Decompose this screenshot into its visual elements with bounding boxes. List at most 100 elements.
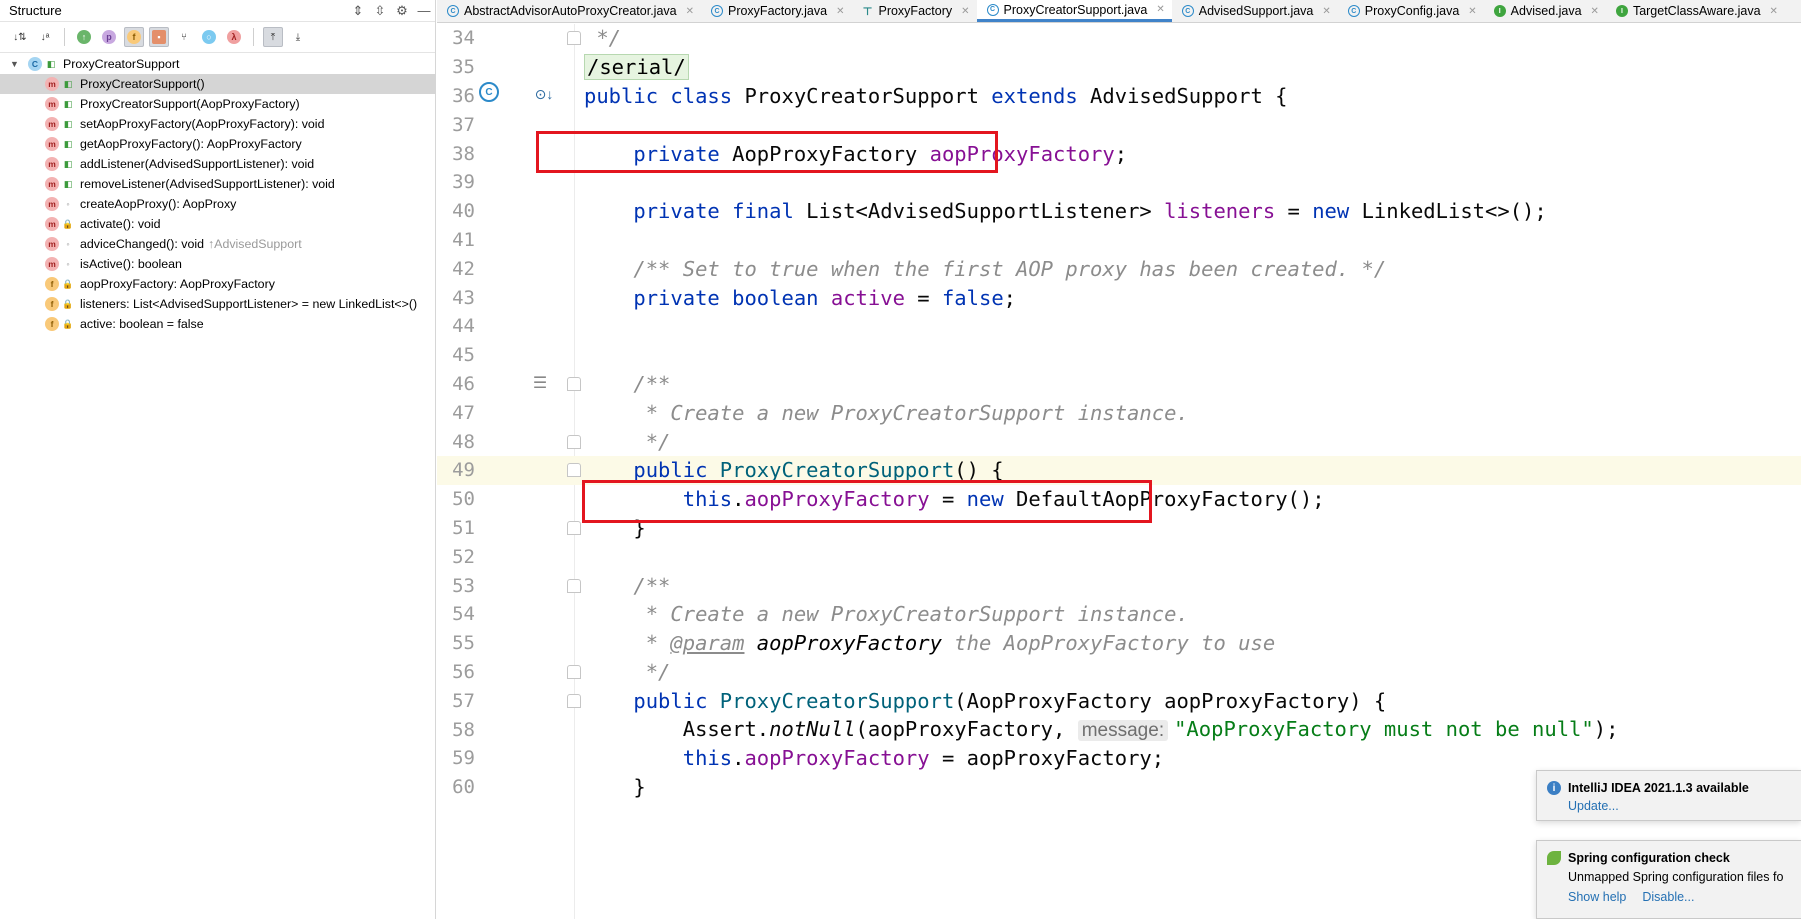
editor-tab[interactable]: C AbstractAdvisorAutoProxyCreator.java ✕ bbox=[437, 0, 701, 22]
spring-leaf-icon bbox=[1547, 851, 1561, 865]
settings-icon[interactable]: ⚙ bbox=[391, 0, 413, 22]
close-tab-icon[interactable]: ✕ bbox=[1322, 6, 1330, 17]
show-non-public-icon[interactable]: ▪ bbox=[149, 27, 169, 47]
tree-item[interactable]: m ◧ setAopProxyFactory(AopProxyFactory): v… bbox=[0, 114, 436, 134]
show-anonymous-icon[interactable]: ⑂ bbox=[174, 27, 194, 47]
expand-all-icon[interactable]: ⇕ bbox=[347, 0, 369, 22]
highlight-box-constructor bbox=[582, 480, 1152, 523]
editor-tab[interactable]: C ProxyConfig.java ✕ bbox=[1338, 0, 1484, 22]
fold-marker-icon[interactable] bbox=[567, 376, 581, 391]
fold-marker-icon[interactable] bbox=[567, 693, 581, 708]
tree-root-class[interactable]: ▼ C ◧ ProxyCreatorSupport bbox=[0, 54, 436, 74]
code-text: */ bbox=[633, 429, 671, 454]
code-line[interactable]: 43 private boolean active = false; bbox=[437, 283, 1801, 312]
chevron-down-icon[interactable]: ▼ bbox=[10, 59, 22, 69]
code-line[interactable]: 52 bbox=[437, 542, 1801, 571]
tree-item[interactable]: m ◧ ProxyCreatorSupport(AopProxyFactory) bbox=[0, 94, 436, 114]
show-inherited-icon[interactable]: ↑ bbox=[74, 27, 94, 47]
fold-marker-icon[interactable] bbox=[567, 434, 581, 449]
code-line[interactable]: 42 /** Set to true when the first AOP pr… bbox=[437, 254, 1801, 283]
editor-tab[interactable]: I TargetClassAware.java ✕ bbox=[1606, 0, 1785, 22]
fold-marker-icon[interactable] bbox=[567, 31, 581, 46]
tree-item-label: addListener(AdvisedSupportListener): voi… bbox=[80, 157, 315, 171]
close-tab-icon[interactable]: ✕ bbox=[1156, 4, 1164, 15]
code-line[interactable]: 56 */ bbox=[437, 658, 1801, 687]
tree-item[interactable]: m ◦ isActive(): boolean bbox=[0, 254, 436, 274]
close-tab-icon[interactable]: ✕ bbox=[686, 6, 694, 17]
close-tab-icon[interactable]: ✕ bbox=[836, 6, 844, 17]
fold-marker-icon[interactable] bbox=[567, 463, 581, 478]
tree-item[interactable]: m ◧ removeListener(AdvisedSupportListener)… bbox=[0, 174, 436, 194]
show-lambdas2-icon[interactable]: λ bbox=[224, 27, 244, 47]
close-tab-icon[interactable]: ✕ bbox=[961, 6, 969, 17]
tree-item[interactable]: f 🔒 aopProxyFactory: AopProxyFactory bbox=[0, 274, 436, 294]
fold-marker-icon[interactable] bbox=[567, 578, 581, 593]
close-tab-icon[interactable]: ✕ bbox=[1591, 6, 1599, 17]
tree-item[interactable]: m ◧ getAopProxyFactory(): AopProxyFactory bbox=[0, 134, 436, 154]
tree-item[interactable]: m ◧ ProxyCreatorSupport() bbox=[0, 74, 436, 94]
show-properties-icon[interactable]: p bbox=[99, 27, 119, 47]
code-line[interactable]: 46 /** bbox=[437, 370, 1801, 399]
code-line[interactable]: 44 bbox=[437, 312, 1801, 341]
fold-marker-icon[interactable] bbox=[567, 520, 581, 535]
code-line[interactable]: 34 */ bbox=[437, 24, 1801, 53]
code-line[interactable]: 47 * Create a new ProxyCreatorSupport in… bbox=[437, 398, 1801, 427]
code-line[interactable]: 45 bbox=[437, 341, 1801, 370]
editor-tab[interactable]: C ProxyCreatorSupport.java ✕ bbox=[976, 0, 1172, 22]
code-line[interactable]: 48 */ bbox=[437, 427, 1801, 456]
update-link[interactable]: Update... bbox=[1568, 799, 1619, 813]
code-line[interactable]: 36 public class ProxyCreatorSupport exten… bbox=[437, 82, 1801, 111]
autoscroll-to-source-icon[interactable]: ⤒ bbox=[263, 27, 283, 47]
tree-item-label: isActive(): boolean bbox=[80, 257, 182, 271]
code-text: /** Set to true when the first AOP proxy… bbox=[633, 256, 1387, 281]
editor-tab[interactable]: C ProxyFactory.java ✕ bbox=[701, 0, 852, 22]
minimize-icon[interactable]: — bbox=[413, 0, 435, 22]
tree-items: m ◧ ProxyCreatorSupport() m ◧ ProxyCreatorSup… bbox=[0, 74, 436, 334]
code-line[interactable]: 57 public ProxyCreatorSupport(AopProxyFa… bbox=[437, 686, 1801, 715]
code-text: this.aopProxyFactory = aopProxyFactory; bbox=[682, 746, 1165, 771]
close-tab-icon[interactable]: ✕ bbox=[1770, 6, 1778, 17]
code-line[interactable]: 55 * @param aopProxyFactory the AopProxy… bbox=[437, 629, 1801, 658]
editor-tab[interactable]: I Advised.java ✕ bbox=[1484, 0, 1606, 22]
code-line[interactable]: 53 /** bbox=[437, 571, 1801, 600]
tree-item[interactable]: m ◦ createAopProxy(): AopProxy bbox=[0, 194, 436, 214]
code-line[interactable]: 58 Assert.notNull(aopProxyFactory, messa… bbox=[437, 715, 1801, 744]
code-line[interactable]: 40 private final List<AdvisedSupportList… bbox=[437, 197, 1801, 226]
line-number: 40 bbox=[452, 200, 475, 223]
reader-mode-icon[interactable]: ☰ bbox=[529, 374, 551, 392]
tree-item[interactable]: m ◦ adviceChanged(): void ↑AdvisedSupport bbox=[0, 234, 436, 254]
disable-link[interactable]: Disable... bbox=[1642, 890, 1694, 904]
code-line[interactable]: 41 bbox=[437, 226, 1801, 255]
tree-item[interactable]: m ◧ addListener(AdvisedSupportListener): v… bbox=[0, 154, 436, 174]
method-icon: m bbox=[45, 197, 59, 211]
code-line[interactable]: 54 * Create a new ProxyCreatorSupport in… bbox=[437, 600, 1801, 629]
notification-title: i IntelliJ IDEA 2021.1.3 available bbox=[1547, 781, 1791, 795]
line-number: 56 bbox=[452, 660, 475, 683]
tab-label: ProxyCreatorSupport.java bbox=[1003, 2, 1148, 17]
line-number: 47 bbox=[452, 401, 475, 424]
tree-item[interactable]: m 🔒 activate(): void bbox=[0, 214, 436, 234]
editor-tab[interactable]: C AdvisedSupport.java ✕ bbox=[1172, 0, 1338, 22]
overrides-marker-icon[interactable]: C bbox=[479, 82, 499, 102]
show-fields-icon[interactable]: f bbox=[124, 27, 144, 47]
sort-by-visibility-icon[interactable]: ↓⇅ bbox=[10, 27, 30, 47]
line-number: 58 bbox=[452, 718, 475, 741]
code-line[interactable]: 59 this.aopProxyFactory = aopProxyFactor… bbox=[437, 744, 1801, 773]
tree-item[interactable]: f 🔒 listeners: List<AdvisedSupportListener… bbox=[0, 294, 436, 314]
spring-bean-gutter-icon[interactable]: ⊙↓ bbox=[529, 85, 559, 103]
tree-item[interactable]: f 🔒 active: boolean = false bbox=[0, 314, 436, 334]
fold-marker-icon[interactable] bbox=[567, 664, 581, 679]
show-lambdas-icon[interactable]: ○ bbox=[199, 27, 219, 47]
code-text: private boolean active = false; bbox=[633, 285, 1017, 310]
line-number: 44 bbox=[452, 315, 475, 338]
tab-label: AdvisedSupport.java bbox=[1198, 4, 1314, 18]
code-line[interactable]: 35/serial/ bbox=[437, 53, 1801, 82]
line-number: 38 bbox=[452, 142, 475, 165]
show-help-link[interactable]: Show help bbox=[1568, 890, 1626, 904]
notification-spring: Spring configuration check Unmapped Spri… bbox=[1536, 840, 1801, 919]
autoscroll-from-source-icon[interactable]: ⤓ bbox=[288, 27, 308, 47]
sort-alphabetically-icon[interactable]: ↓ᵃ bbox=[35, 27, 55, 47]
collapse-all-icon[interactable]: ⇳ bbox=[369, 0, 391, 22]
close-tab-icon[interactable]: ✕ bbox=[1468, 6, 1476, 17]
editor-tab[interactable]: ⊤ ProxyFactory ✕ bbox=[851, 0, 976, 22]
